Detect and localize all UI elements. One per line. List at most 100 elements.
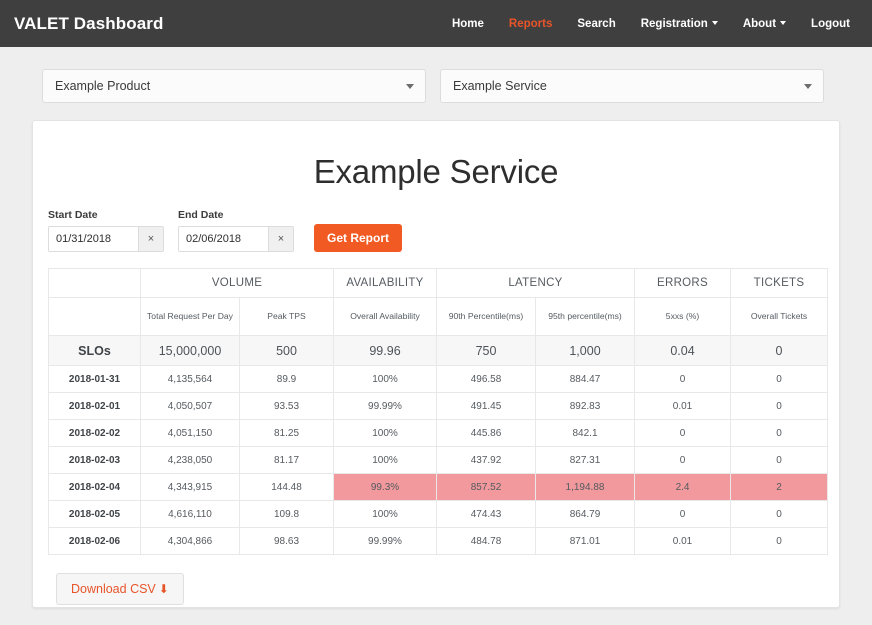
metric-cell: 496.58: [437, 366, 536, 393]
metric-cell: 109.8: [240, 501, 334, 528]
table-row: 2018-02-064,304,86698.6399.99%484.78871.…: [49, 528, 828, 555]
table-group-header: [49, 269, 141, 298]
metric-cell: 4,051,150: [141, 420, 240, 447]
metric-cell: 491.45: [437, 393, 536, 420]
slo-cell: 15,000,000: [141, 336, 240, 366]
service-select[interactable]: Example Service: [440, 69, 824, 103]
metric-cell-alert: 2.4: [635, 474, 731, 501]
start-date-label: Start Date: [48, 209, 164, 221]
metric-cell: 4,304,866: [141, 528, 240, 555]
table-row: 2018-02-044,343,915144.4899.3%857.521,19…: [49, 474, 828, 501]
table-group-header: ERRORS: [635, 269, 731, 298]
metric-cell: 100%: [334, 447, 437, 474]
row-date-label: 2018-02-02: [49, 420, 141, 447]
table-group-header: LATENCY: [437, 269, 635, 298]
nav-link-home[interactable]: Home: [452, 18, 484, 30]
product-select[interactable]: Example Product: [42, 69, 426, 103]
end-date-label: End Date: [178, 209, 294, 221]
nav-link-label: Home: [452, 18, 484, 30]
table-row: 2018-02-024,051,15081.25100%445.86842.10…: [49, 420, 828, 447]
end-date-group: End Date ×: [178, 209, 294, 252]
metric-cell: 4,135,564: [141, 366, 240, 393]
start-date-input[interactable]: [49, 227, 138, 251]
row-date-label: 2018-02-06: [49, 528, 141, 555]
nav-link-search[interactable]: Search: [577, 18, 615, 30]
metric-cell: 100%: [334, 501, 437, 528]
app-brand-title: VALET Dashboard: [14, 14, 163, 34]
table-sub-header: 90th Percentile(ms): [437, 298, 536, 336]
table-sub-header: 5xxs (%): [635, 298, 731, 336]
end-date-clear-icon[interactable]: ×: [268, 227, 293, 251]
slo-cell: 0.04: [635, 336, 731, 366]
nav-link-logout[interactable]: Logout: [811, 18, 850, 30]
table-group-header: VOLUME: [141, 269, 334, 298]
nav-link-label: Search: [577, 18, 615, 30]
table-row: 2018-02-034,238,05081.17100%437.92827.31…: [49, 447, 828, 474]
table-group-header: AVAILABILITY: [334, 269, 437, 298]
chevron-down-icon: [406, 84, 414, 89]
table-group-header: TICKETS: [731, 269, 828, 298]
metric-cell-alert: 857.52: [437, 474, 536, 501]
nav-link-label: Registration: [641, 18, 708, 30]
caret-down-icon: [780, 21, 786, 25]
metrics-table: VOLUMEAVAILABILITYLATENCYERRORSTICKETS T…: [48, 268, 828, 555]
start-date-field[interactable]: ×: [48, 226, 164, 252]
slo-cell: 99.96: [334, 336, 437, 366]
metric-cell: 4,050,507: [141, 393, 240, 420]
metric-cell: 437.92: [437, 447, 536, 474]
get-report-button[interactable]: Get Report: [314, 224, 402, 252]
table-sub-header: 95th percentile(ms): [536, 298, 635, 336]
nav-link-about[interactable]: About: [743, 18, 786, 30]
download-csv-button[interactable]: Download CSV⬇: [56, 573, 184, 605]
metric-cell: 871.01: [536, 528, 635, 555]
metric-cell: 0: [731, 393, 828, 420]
row-date-label: 2018-02-03: [49, 447, 141, 474]
nav-link-label: Reports: [509, 18, 552, 30]
metric-cell: 99.99%: [334, 528, 437, 555]
metric-cell: 864.79: [536, 501, 635, 528]
metric-cell: 100%: [334, 420, 437, 447]
service-select-value: Example Service: [453, 79, 547, 93]
metric-cell: 0.01: [635, 528, 731, 555]
slo-cell: 0: [731, 336, 828, 366]
metric-cell: 0: [731, 501, 828, 528]
page-title: Example Service: [46, 153, 826, 191]
start-date-group: Start Date ×: [48, 209, 164, 252]
metric-cell: 144.48: [240, 474, 334, 501]
selector-row: Example Product Example Service: [0, 47, 872, 103]
slo-cell: 500: [240, 336, 334, 366]
metric-cell: 4,343,915: [141, 474, 240, 501]
table-sub-header-row: Total Request Per DayPeak TPSOverall Ava…: [49, 298, 828, 336]
table-sub-header: Total Request Per Day: [141, 298, 240, 336]
metric-cell: 484.78: [437, 528, 536, 555]
metric-cell: 884.47: [536, 366, 635, 393]
report-card: Example Service Start Date × End Date × …: [32, 120, 840, 608]
nav-links: Home Reports Search Registration About Logout: [452, 18, 850, 30]
table-row-slos: SLOs15,000,00050099.967501,0000.040: [49, 336, 828, 366]
metric-cell: 474.43: [437, 501, 536, 528]
metric-cell: 4,616,110: [141, 501, 240, 528]
metric-cell: 98.63: [240, 528, 334, 555]
table-sub-header: Overall Availability: [334, 298, 437, 336]
table-row: 2018-02-014,050,50793.5399.99%491.45892.…: [49, 393, 828, 420]
metric-cell: 0: [731, 366, 828, 393]
top-navbar: VALET Dashboard Home Reports Search Registr…: [0, 0, 872, 47]
end-date-field[interactable]: ×: [178, 226, 294, 252]
table-group-header-row: VOLUMEAVAILABILITYLATENCYERRORSTICKETS: [49, 269, 828, 298]
download-csv-label: Download CSV: [71, 582, 156, 596]
nav-link-reports[interactable]: Reports: [509, 18, 552, 30]
caret-down-icon: [712, 21, 718, 25]
metric-cell: 0: [635, 366, 731, 393]
metric-cell: 81.25: [240, 420, 334, 447]
table-row: 2018-02-054,616,110109.8100%474.43864.79…: [49, 501, 828, 528]
start-date-clear-icon[interactable]: ×: [138, 227, 163, 251]
metric-cell: 4,238,050: [141, 447, 240, 474]
download-csv-wrap: Download CSV⬇: [56, 573, 826, 605]
slo-row-label: SLOs: [49, 336, 141, 366]
nav-link-registration[interactable]: Registration: [641, 18, 718, 30]
row-date-label: 2018-02-05: [49, 501, 141, 528]
metric-cell: 445.86: [437, 420, 536, 447]
end-date-input[interactable]: [179, 227, 268, 251]
metric-cell: 842.1: [536, 420, 635, 447]
metric-cell: 81.17: [240, 447, 334, 474]
